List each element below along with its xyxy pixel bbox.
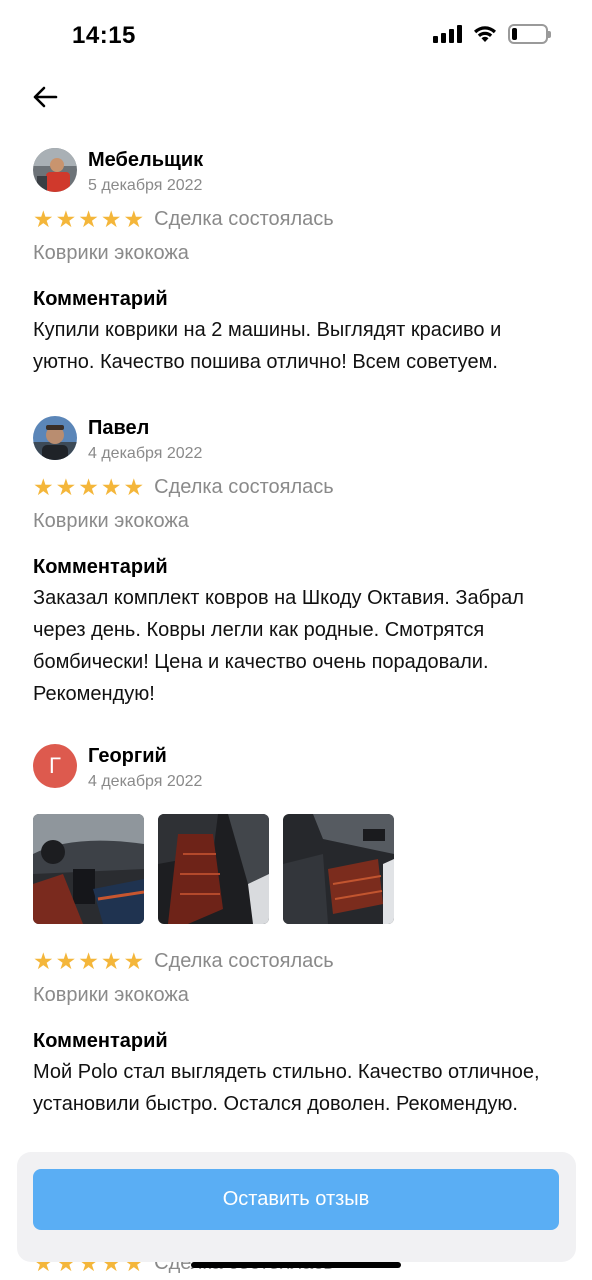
star-icon: ★ <box>100 206 122 232</box>
status-bar: 14:15 <box>0 0 592 70</box>
star-icon: ★ <box>33 206 54 232</box>
review-date: 5 декабря 2022 <box>88 177 203 194</box>
star-rating: ★ ★ ★ ★ ★ <box>33 207 144 231</box>
star-icon: ★ <box>78 474 99 500</box>
star-icon: ★ <box>78 206 99 232</box>
comment-text: Купили коврики на 2 машины. Выглядят кра… <box>33 319 502 373</box>
reviewer-name: Георгий <box>88 745 167 767</box>
star-icon: ★ <box>100 948 122 974</box>
star-icon: ★ <box>55 206 77 232</box>
battery-icon <box>508 24 551 44</box>
deal-status: Сделка состоялась <box>154 207 334 230</box>
deal-status: Сделка состоялась <box>154 475 334 498</box>
star-icon: ★ <box>123 948 145 974</box>
reviewer: Павел 4 декабря 2022 <box>33 416 563 464</box>
star-rating: ★ ★ ★ ★ ★ <box>33 475 144 499</box>
review-date: 4 декабря 2022 <box>88 445 203 462</box>
wifi-icon <box>474 26 496 42</box>
star-rating: ★ ★ ★ ★ ★ <box>33 949 144 973</box>
rating-row: ★ ★ ★ ★ ★ Сделка состоялась <box>33 948 563 974</box>
review-photo[interactable] <box>283 814 394 924</box>
reviewer-name: Мебельщик <box>88 149 204 171</box>
star-icon: ★ <box>33 948 54 974</box>
cellular-signal-icon <box>433 25 462 43</box>
review-photo[interactable] <box>158 814 269 924</box>
reviewer: Мебельщик 5 декабря 2022 <box>33 148 563 196</box>
avatar[interactable] <box>33 416 77 460</box>
comment-title: Комментарий <box>33 1030 168 1052</box>
reviewer-name: Павел <box>88 417 150 439</box>
avatar[interactable]: Г <box>33 744 77 788</box>
star-icon: ★ <box>123 474 145 500</box>
reviewer: Г Георгий 4 декабря 2022 <box>33 744 563 792</box>
comment-text: Заказал комплект ковров на Шкоду Октавия… <box>33 587 524 705</box>
star-icon: ★ <box>100 474 122 500</box>
deal-status: Сделка состоялась <box>154 949 334 972</box>
review-card: Мебельщик 5 декабря 2022 ★ ★ ★ ★ ★ Сделк… <box>33 148 563 378</box>
product-name: Коврики экокожа <box>33 984 189 1006</box>
rating-row: ★ ★ ★ ★ ★ Сделка состоялась <box>33 206 563 232</box>
comment-title: Комментарий <box>33 288 168 310</box>
star-icon: ★ <box>78 948 99 974</box>
battery-fill <box>512 28 517 40</box>
star-icon: ★ <box>55 474 77 500</box>
star-icon: ★ <box>123 206 145 232</box>
review-card: Павел 4 декабря 2022 ★ ★ ★ ★ ★ Сделка со… <box>33 416 563 710</box>
leave-review-button[interactable]: Оставить отзыв <box>33 1169 559 1230</box>
review-date: 4 декабря 2022 <box>88 773 203 790</box>
comment-text: Мой Polo стал выглядеть стильно. Качеств… <box>33 1061 540 1115</box>
arrow-left-icon <box>33 86 58 108</box>
status-icons <box>433 24 551 44</box>
home-indicator[interactable] <box>191 1262 401 1268</box>
star-icon: ★ <box>33 474 54 500</box>
product-name: Коврики экокожа <box>33 510 189 532</box>
comment-title: Комментарий <box>33 556 168 578</box>
product-name: Коврики экокожа <box>33 242 189 264</box>
back-button[interactable] <box>28 80 62 114</box>
review-photos <box>33 814 563 924</box>
review-card: Г Георгий 4 декабря 2022 ★ ★ ★ ★ ★ Сделк… <box>33 744 563 1120</box>
avatar[interactable] <box>33 148 77 192</box>
review-photo[interactable] <box>33 814 144 924</box>
star-icon: ★ <box>55 948 77 974</box>
rating-row: ★ ★ ★ ★ ★ Сделка состоялась <box>33 474 563 500</box>
status-time: 14:15 <box>72 22 136 49</box>
